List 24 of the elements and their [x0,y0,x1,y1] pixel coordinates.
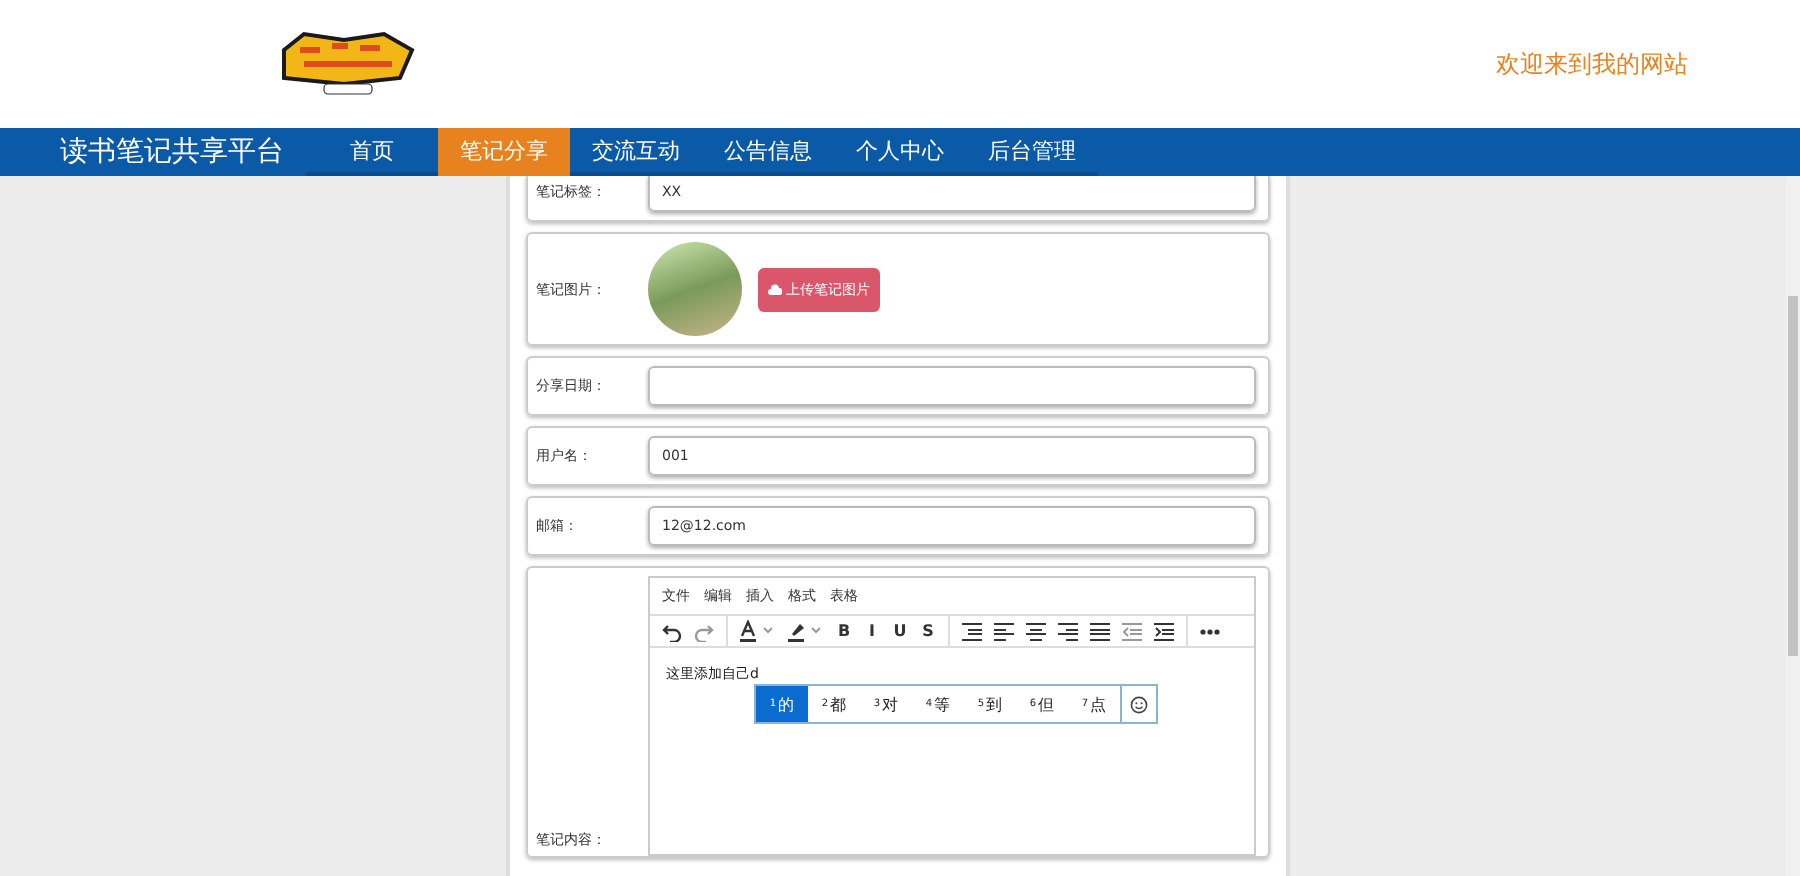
cloud-upload-icon [768,283,782,295]
input-field[interactable] [648,366,1256,406]
font-color-icon[interactable] [740,620,776,642]
welcome-text: 欢迎来到我的网站 [1496,47,1688,81]
more-icon[interactable] [1200,627,1220,635]
align-right-icon[interactable] [1058,621,1078,641]
indent-icon[interactable] [1154,621,1174,641]
undo-icon[interactable] [662,621,682,641]
outdent-icon[interactable] [1122,621,1142,641]
justify-icon[interactable] [1090,621,1110,641]
align-center-icon[interactable] [1026,621,1046,641]
photo-placeholder [648,242,742,336]
align-left-icon[interactable] [994,621,1014,641]
logo-icon [276,30,420,98]
smiley-icon[interactable] [1130,695,1148,713]
format-button[interactable]: I [864,622,880,640]
site-title: 读书笔记共享平台 [58,134,286,172]
highlight-pen-icon[interactable] [788,620,824,642]
scrollbar-thumb[interactable] [1788,296,1798,656]
format-button[interactable]: U [892,622,908,640]
format-button[interactable]: S [920,622,936,640]
line-height-icon[interactable] [962,621,982,641]
format-button[interactable]: B [836,622,852,640]
redo-icon[interactable] [694,621,714,641]
